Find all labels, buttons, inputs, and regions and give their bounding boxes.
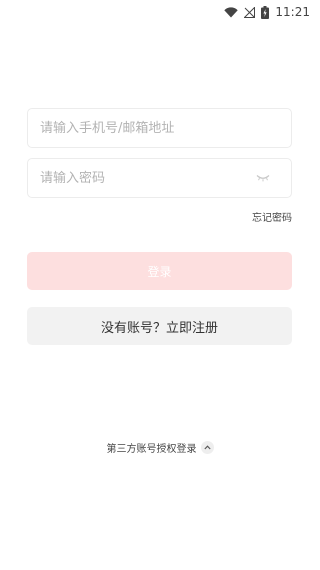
login-screen: 11:21 忘记密码 登录 没有账号？立即注册 第三方账号授权登录	[0, 0, 320, 570]
password-input[interactable]	[28, 159, 291, 197]
third-party-login-toggle[interactable]: 第三方账号授权登录	[0, 440, 320, 455]
third-party-login-label: 第三方账号授权登录	[106, 444, 197, 455]
forgot-password-link[interactable]: 忘记密码	[252, 209, 292, 224]
battery-charging-icon	[261, 5, 270, 19]
account-input[interactable]	[28, 109, 291, 147]
status-bar: 11:21	[0, 0, 320, 24]
wifi-icon	[224, 6, 239, 18]
eye-closed-icon[interactable]	[255, 173, 271, 183]
password-field	[27, 158, 292, 198]
account-field	[27, 108, 292, 148]
register-button[interactable]: 没有账号？立即注册	[27, 307, 292, 345]
status-time: 11:21	[275, 5, 310, 19]
no-signal-icon	[244, 6, 256, 18]
login-button[interactable]: 登录	[27, 252, 292, 290]
chevron-up-icon	[200, 441, 214, 454]
